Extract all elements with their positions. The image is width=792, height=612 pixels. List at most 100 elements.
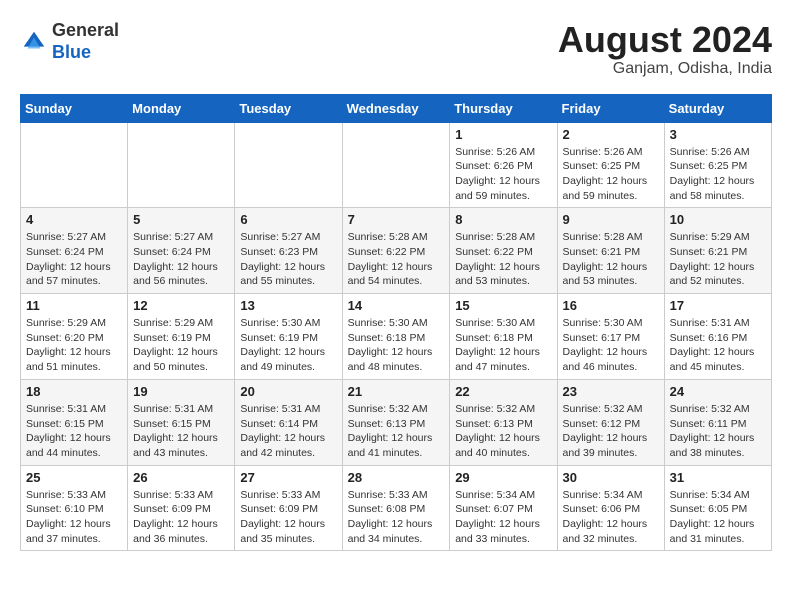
day-number: 29 xyxy=(455,470,551,485)
day-info: Sunrise: 5:31 AM Sunset: 6:15 PM Dayligh… xyxy=(26,402,122,461)
table-row: 8 Sunrise: 5:28 AM Sunset: 6:22 PM Daylig… xyxy=(450,208,557,294)
table-row: 5 Sunrise: 5:27 AM Sunset: 6:24 PM Daylig… xyxy=(128,208,235,294)
table-row: 25Sunrise: 5:33 AM Sunset: 6:10 PM Dayli… xyxy=(21,465,128,551)
day-number: 12 xyxy=(133,298,229,313)
day-info: Sunrise: 5:34 AM Sunset: 6:07 PM Dayligh… xyxy=(455,488,551,547)
day-number: 3 xyxy=(670,127,766,142)
day-number: 28 xyxy=(348,470,445,485)
day-number: 20 xyxy=(240,384,336,399)
calendar: SundayMondayTuesdayWednesdayThursdayFrid… xyxy=(20,94,772,552)
table-row: 6 Sunrise: 5:27 AM Sunset: 6:23 PM Daylig… xyxy=(235,208,342,294)
day-info: Sunrise: 5:30 AM Sunset: 6:18 PM Dayligh… xyxy=(348,316,445,375)
day-info: Sunrise: 5:29 AM Sunset: 6:20 PM Dayligh… xyxy=(26,316,122,375)
day-info: Sunrise: 5:32 AM Sunset: 6:11 PM Dayligh… xyxy=(670,402,766,461)
day-number: 30 xyxy=(563,470,659,485)
table-row: 13Sunrise: 5:30 AM Sunset: 6:19 PM Dayli… xyxy=(235,294,342,380)
day-number: 19 xyxy=(133,384,229,399)
day-number: 5 xyxy=(133,212,229,227)
day-info: Sunrise: 5:27 AM Sunset: 6:23 PM Dayligh… xyxy=(240,230,336,289)
day-number: 4 xyxy=(26,212,122,227)
header: General Blue August 2024 Ganjam, Odisha,… xyxy=(20,20,772,78)
day-info: Sunrise: 5:27 AM Sunset: 6:24 PM Dayligh… xyxy=(133,230,229,289)
day-number: 24 xyxy=(670,384,766,399)
day-info: Sunrise: 5:29 AM Sunset: 6:21 PM Dayligh… xyxy=(670,230,766,289)
week-row-3: 11 Sunrise: 5:29 AM Sunset: 6:20 PM Dayli… xyxy=(21,294,772,380)
day-info: Sunrise: 5:33 AM Sunset: 6:08 PM Dayligh… xyxy=(348,488,445,547)
table-row: 28 Sunrise: 5:33 AM Sunset: 6:08 PM Dayli… xyxy=(342,465,450,551)
day-number: 8 xyxy=(455,212,551,227)
day-info: Sunrise: 5:31 AM Sunset: 6:15 PM Dayligh… xyxy=(133,402,229,461)
day-number: 27 xyxy=(240,470,336,485)
table-row: 23 Sunrise: 5:32 AM Sunset: 6:12 PM Dayli… xyxy=(557,379,664,465)
table-row: 27 Sunrise: 5:33 AM Sunset: 6:09 PM Dayli… xyxy=(235,465,342,551)
day-info: Sunrise: 5:32 AM Sunset: 6:13 PM Dayligh… xyxy=(348,402,445,461)
day-info: Sunrise: 5:27 AM Sunset: 6:24 PM Dayligh… xyxy=(26,230,122,289)
day-number: 31 xyxy=(670,470,766,485)
table-row: 11 Sunrise: 5:29 AM Sunset: 6:20 PM Dayli… xyxy=(21,294,128,380)
table-row: 21Sunrise: 5:32 AM Sunset: 6:13 PM Dayli… xyxy=(342,379,450,465)
week-row-2: 4 Sunrise: 5:27 AM Sunset: 6:24 PM Daylig… xyxy=(21,208,772,294)
calendar-body: 1 Sunrise: 5:26 AM Sunset: 6:26 PM Daylig… xyxy=(21,122,772,551)
table-row: 9Sunrise: 5:28 AM Sunset: 6:21 PM Daylig… xyxy=(557,208,664,294)
weekday-monday: Monday xyxy=(128,94,235,122)
weekday-header-row: SundayMondayTuesdayWednesdayThursdayFrid… xyxy=(21,94,772,122)
logo-general-text: General xyxy=(52,20,119,40)
table-row: 26Sunrise: 5:33 AM Sunset: 6:09 PM Dayli… xyxy=(128,465,235,551)
table-row: 15 Sunrise: 5:30 AM Sunset: 6:18 PM Dayli… xyxy=(450,294,557,380)
day-number: 10 xyxy=(670,212,766,227)
weekday-wednesday: Wednesday xyxy=(342,94,450,122)
day-info: Sunrise: 5:28 AM Sunset: 6:21 PM Dayligh… xyxy=(563,230,659,289)
day-number: 17 xyxy=(670,298,766,313)
table-row: 31 Sunrise: 5:34 AM Sunset: 6:05 PM Dayli… xyxy=(664,465,771,551)
day-info: Sunrise: 5:30 AM Sunset: 6:17 PM Dayligh… xyxy=(563,316,659,375)
week-row-4: 18Sunrise: 5:31 AM Sunset: 6:15 PM Dayli… xyxy=(21,379,772,465)
day-info: Sunrise: 5:32 AM Sunset: 6:12 PM Dayligh… xyxy=(563,402,659,461)
table-row: 4 Sunrise: 5:27 AM Sunset: 6:24 PM Daylig… xyxy=(21,208,128,294)
day-info: Sunrise: 5:34 AM Sunset: 6:05 PM Dayligh… xyxy=(670,488,766,547)
month-year: August 2024 xyxy=(558,20,772,60)
day-number: 2 xyxy=(563,127,659,142)
day-number: 11 xyxy=(26,298,122,313)
table-row: 20 Sunrise: 5:31 AM Sunset: 6:14 PM Dayli… xyxy=(235,379,342,465)
table-row: 29 Sunrise: 5:34 AM Sunset: 6:07 PM Dayli… xyxy=(450,465,557,551)
day-number: 16 xyxy=(563,298,659,313)
calendar-header: SundayMondayTuesdayWednesdayThursdayFrid… xyxy=(21,94,772,122)
location: Ganjam, Odisha, India xyxy=(558,60,772,78)
day-info: Sunrise: 5:33 AM Sunset: 6:09 PM Dayligh… xyxy=(133,488,229,547)
table-row xyxy=(21,122,128,208)
day-info: Sunrise: 5:30 AM Sunset: 6:18 PM Dayligh… xyxy=(455,316,551,375)
day-number: 14 xyxy=(348,298,445,313)
day-number: 1 xyxy=(455,127,551,142)
table-row: 30 Sunrise: 5:34 AM Sunset: 6:06 PM Dayli… xyxy=(557,465,664,551)
day-info: Sunrise: 5:33 AM Sunset: 6:09 PM Dayligh… xyxy=(240,488,336,547)
table-row: 22 Sunrise: 5:32 AM Sunset: 6:13 PM Dayli… xyxy=(450,379,557,465)
day-info: Sunrise: 5:31 AM Sunset: 6:14 PM Dayligh… xyxy=(240,402,336,461)
day-number: 6 xyxy=(240,212,336,227)
weekday-tuesday: Tuesday xyxy=(235,94,342,122)
table-row: 14 Sunrise: 5:30 AM Sunset: 6:18 PM Dayli… xyxy=(342,294,450,380)
weekday-thursday: Thursday xyxy=(450,94,557,122)
day-info: Sunrise: 5:26 AM Sunset: 6:25 PM Dayligh… xyxy=(670,145,766,204)
table-row: 16 Sunrise: 5:30 AM Sunset: 6:17 PM Dayli… xyxy=(557,294,664,380)
day-info: Sunrise: 5:26 AM Sunset: 6:26 PM Dayligh… xyxy=(455,145,551,204)
table-row xyxy=(235,122,342,208)
day-number: 13 xyxy=(240,298,336,313)
day-info: Sunrise: 5:28 AM Sunset: 6:22 PM Dayligh… xyxy=(455,230,551,289)
table-row: 7 Sunrise: 5:28 AM Sunset: 6:22 PM Daylig… xyxy=(342,208,450,294)
day-number: 22 xyxy=(455,384,551,399)
table-row: 10 Sunrise: 5:29 AM Sunset: 6:21 PM Dayli… xyxy=(664,208,771,294)
day-info: Sunrise: 5:32 AM Sunset: 6:13 PM Dayligh… xyxy=(455,402,551,461)
day-info: Sunrise: 5:34 AM Sunset: 6:06 PM Dayligh… xyxy=(563,488,659,547)
table-row: 2 Sunrise: 5:26 AM Sunset: 6:25 PM Daylig… xyxy=(557,122,664,208)
day-number: 15 xyxy=(455,298,551,313)
day-info: Sunrise: 5:26 AM Sunset: 6:25 PM Dayligh… xyxy=(563,145,659,204)
day-number: 23 xyxy=(563,384,659,399)
table-row: 3 Sunrise: 5:26 AM Sunset: 6:25 PM Daylig… xyxy=(664,122,771,208)
table-row xyxy=(128,122,235,208)
logo: General Blue xyxy=(20,20,119,63)
table-row: 18Sunrise: 5:31 AM Sunset: 6:15 PM Dayli… xyxy=(21,379,128,465)
day-info: Sunrise: 5:29 AM Sunset: 6:19 PM Dayligh… xyxy=(133,316,229,375)
day-info: Sunrise: 5:28 AM Sunset: 6:22 PM Dayligh… xyxy=(348,230,445,289)
day-number: 7 xyxy=(348,212,445,227)
table-row: 19 Sunrise: 5:31 AM Sunset: 6:15 PM Dayli… xyxy=(128,379,235,465)
